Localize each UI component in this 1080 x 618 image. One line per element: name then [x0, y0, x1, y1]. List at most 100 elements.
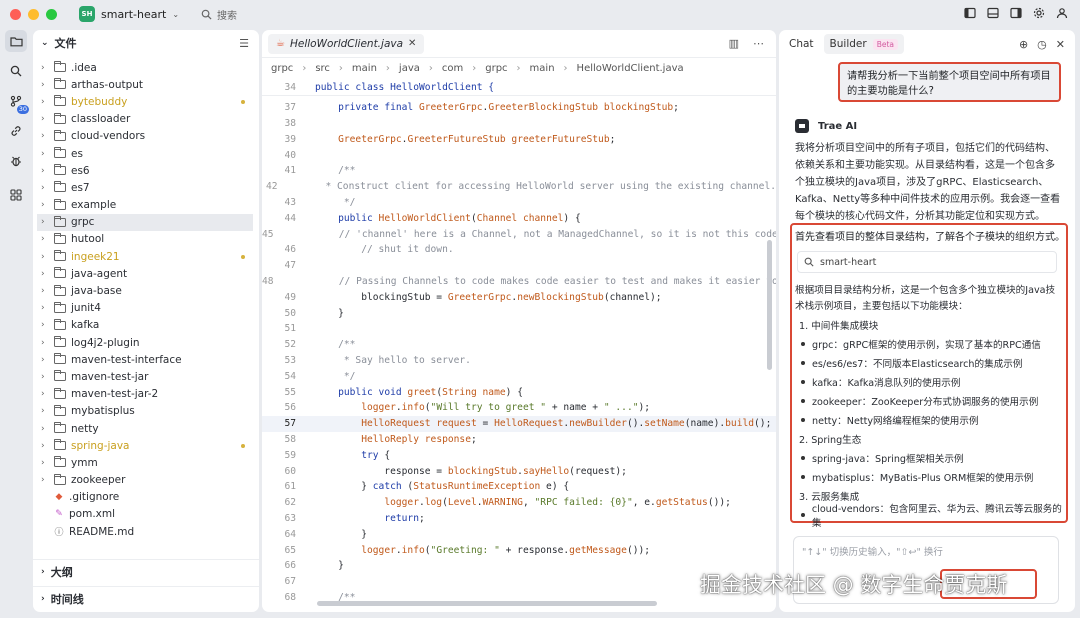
- code-line[interactable]: 49 blockingStub = GreeterGrpc.newBlockin…: [262, 289, 776, 305]
- history-icon[interactable]: ◷: [1037, 38, 1047, 51]
- file-tree-item[interactable]: › maven-test-jar: [33, 368, 259, 385]
- source-control-activity[interactable]: 30: [5, 90, 29, 114]
- code-line[interactable]: 50 }: [262, 305, 776, 321]
- code-line[interactable]: 40: [262, 147, 776, 163]
- file-tree-item[interactable]: › junit4: [33, 300, 259, 317]
- file-tree-item[interactable]: › ymm: [33, 454, 259, 471]
- timeline-section[interactable]: › 时间线: [33, 586, 259, 610]
- code-line[interactable]: 41 /**: [262, 163, 776, 179]
- file-tree-item[interactable]: › kafka: [33, 317, 259, 334]
- code-line[interactable]: 60 response = blockingStub.sayHello(requ…: [262, 463, 776, 479]
- horizontal-scrollbar[interactable]: [317, 601, 657, 606]
- tab-builder[interactable]: Builder Beta: [823, 34, 904, 54]
- explorer-activity[interactable]: [5, 30, 27, 52]
- vertical-scrollbar[interactable]: [767, 240, 772, 370]
- file-tree-item[interactable]: › ingeek21: [33, 248, 259, 265]
- remote-activity[interactable]: [5, 120, 27, 142]
- breadcrumb-item[interactable]: java: [399, 63, 420, 74]
- code-line[interactable]: 42 * Construct client for accessing Hell…: [262, 179, 776, 195]
- file-tree-item[interactable]: › grpc: [37, 213, 253, 231]
- extensions-activity[interactable]: [5, 184, 27, 206]
- code-line[interactable]: 45 // 'channel' here is a Channel, not a…: [262, 226, 776, 242]
- debug-activity[interactable]: [5, 150, 27, 172]
- code-area[interactable]: 34 public class HelloWorldClient { 37 priv…: [262, 80, 776, 605]
- tab-chat[interactable]: Chat: [789, 38, 814, 50]
- code-line[interactable]: 39 GreeterGrpc.GreeterFutureStub greeter…: [262, 131, 776, 147]
- code-line[interactable]: 38: [262, 116, 776, 132]
- code-line[interactable]: 44 public HelloWorldClient(Channel chann…: [262, 210, 776, 226]
- outline-section[interactable]: › 大纲: [33, 559, 259, 583]
- breadcrumb-item[interactable]: grpc: [271, 63, 293, 74]
- project-switcher[interactable]: SH smart-heart ⌄: [79, 6, 179, 22]
- maximize-window-button[interactable]: [46, 8, 57, 20]
- breadcrumb-item[interactable]: com: [442, 63, 463, 74]
- search-activity[interactable]: [5, 60, 27, 82]
- account-icon[interactable]: [1056, 7, 1068, 19]
- code-line[interactable]: 34 public class HelloWorldClient {: [262, 80, 776, 96]
- file-tree-item[interactable]: › .idea: [33, 59, 259, 76]
- code-line[interactable]: 53 * Say hello to server.: [262, 353, 776, 369]
- file-tree-item[interactable]: › java-base: [33, 282, 259, 299]
- file-tree-item[interactable]: › mybatisplus: [33, 403, 259, 420]
- split-editor-icon[interactable]: ▥: [729, 37, 739, 50]
- code-line[interactable]: 48 // Passing Channels to code makes cod…: [262, 274, 776, 290]
- file-tree-item[interactable]: › maven-test-interface: [33, 351, 259, 368]
- code-line[interactable]: 46 // shut it down.: [262, 242, 776, 258]
- code-line[interactable]: 57 HelloRequest request = HelloRequest.n…: [262, 415, 776, 432]
- code-line[interactable]: 58 HelloReply response;: [262, 432, 776, 448]
- code-line[interactable]: 37 private final GreeterGrpc.GreeterBloc…: [262, 100, 776, 116]
- file-tree-item[interactable]: › bytebuddy: [33, 93, 259, 110]
- file-tree-item[interactable]: › es: [33, 145, 259, 162]
- code-line[interactable]: 61 } catch (StatusRuntimeException e) {: [262, 479, 776, 495]
- file-tree-item[interactable]: › es6: [33, 162, 259, 179]
- file-tree-item[interactable]: › spring-java: [33, 437, 259, 454]
- file-tree-item[interactable]: › java-agent: [33, 265, 259, 282]
- file-tree-item[interactable]: › maven-test-jar-2: [33, 386, 259, 403]
- code-line[interactable]: 51: [262, 321, 776, 337]
- code-line[interactable]: 54 */: [262, 368, 776, 384]
- toggle-panel-icon[interactable]: [987, 7, 999, 19]
- code-line[interactable]: 62 logger.log(Level.WARNING, "RPC failed…: [262, 495, 776, 511]
- file-tree-item[interactable]: › log4j2-plugin: [33, 334, 259, 351]
- code-line[interactable]: 43 */: [262, 195, 776, 211]
- minimize-window-button[interactable]: [28, 8, 39, 20]
- file-tree-item[interactable]: ⓘ README.md: [33, 523, 259, 540]
- code-line[interactable]: 63 return;: [262, 511, 776, 527]
- search-button[interactable]: 搜索: [201, 7, 237, 22]
- explorer-header[interactable]: ⌄ 文件 ☰: [33, 30, 259, 56]
- code-line[interactable]: 59 try {: [262, 447, 776, 463]
- code-line[interactable]: 65 logger.info("Greeting: " + response.g…: [262, 542, 776, 558]
- editor-tab[interactable]: ☕ HelloWorldClient.java ✕: [268, 33, 425, 54]
- code-line[interactable]: 64 }: [262, 526, 776, 542]
- breadcrumb-item[interactable]: grpc: [485, 63, 507, 74]
- new-chat-icon[interactable]: ⊕: [1019, 38, 1028, 51]
- file-tree-item[interactable]: ◆ .gitignore: [33, 489, 259, 506]
- code-line[interactable]: 55 public void greet(String name) {: [262, 384, 776, 400]
- tool-call-card[interactable]: smart-heart: [797, 251, 1057, 273]
- breadcrumb-item[interactable]: main: [352, 63, 377, 74]
- file-tree-item[interactable]: › es7: [33, 179, 259, 196]
- toggle-sidebar-icon[interactable]: [964, 7, 976, 19]
- close-window-button[interactable]: [10, 8, 21, 20]
- breadcrumb-item[interactable]: src: [315, 63, 330, 74]
- more-icon[interactable]: ⋯: [753, 37, 764, 50]
- code-line[interactable]: 47: [262, 258, 776, 274]
- file-tree-item[interactable]: › netty: [33, 420, 259, 437]
- code-line[interactable]: 67: [262, 574, 776, 590]
- code-line[interactable]: 66 }: [262, 558, 776, 574]
- file-tree-item[interactable]: › example: [33, 197, 259, 214]
- code-line[interactable]: 52 /**: [262, 337, 776, 353]
- close-icon[interactable]: ✕: [1056, 38, 1065, 51]
- breadcrumb-item[interactable]: HelloWorldClient.java: [577, 63, 684, 74]
- file-tree-item[interactable]: › classloader: [33, 111, 259, 128]
- file-tree-item[interactable]: › arthas-output: [33, 76, 259, 93]
- file-tree-item[interactable]: › hutool: [33, 231, 259, 248]
- settings-icon[interactable]: [1033, 7, 1045, 19]
- file-tree-item[interactable]: › cloud-vendors: [33, 128, 259, 145]
- file-tree-item[interactable]: ✎ pom.xml: [33, 506, 259, 523]
- code-line[interactable]: 56 logger.info("Will try to greet " + na…: [262, 400, 776, 416]
- file-tree-item[interactable]: › zookeeper: [33, 472, 259, 489]
- close-tab-icon[interactable]: ✕: [408, 38, 416, 49]
- collapse-all-icon[interactable]: ☰: [239, 37, 249, 50]
- toggle-chat-icon[interactable]: [1010, 7, 1022, 19]
